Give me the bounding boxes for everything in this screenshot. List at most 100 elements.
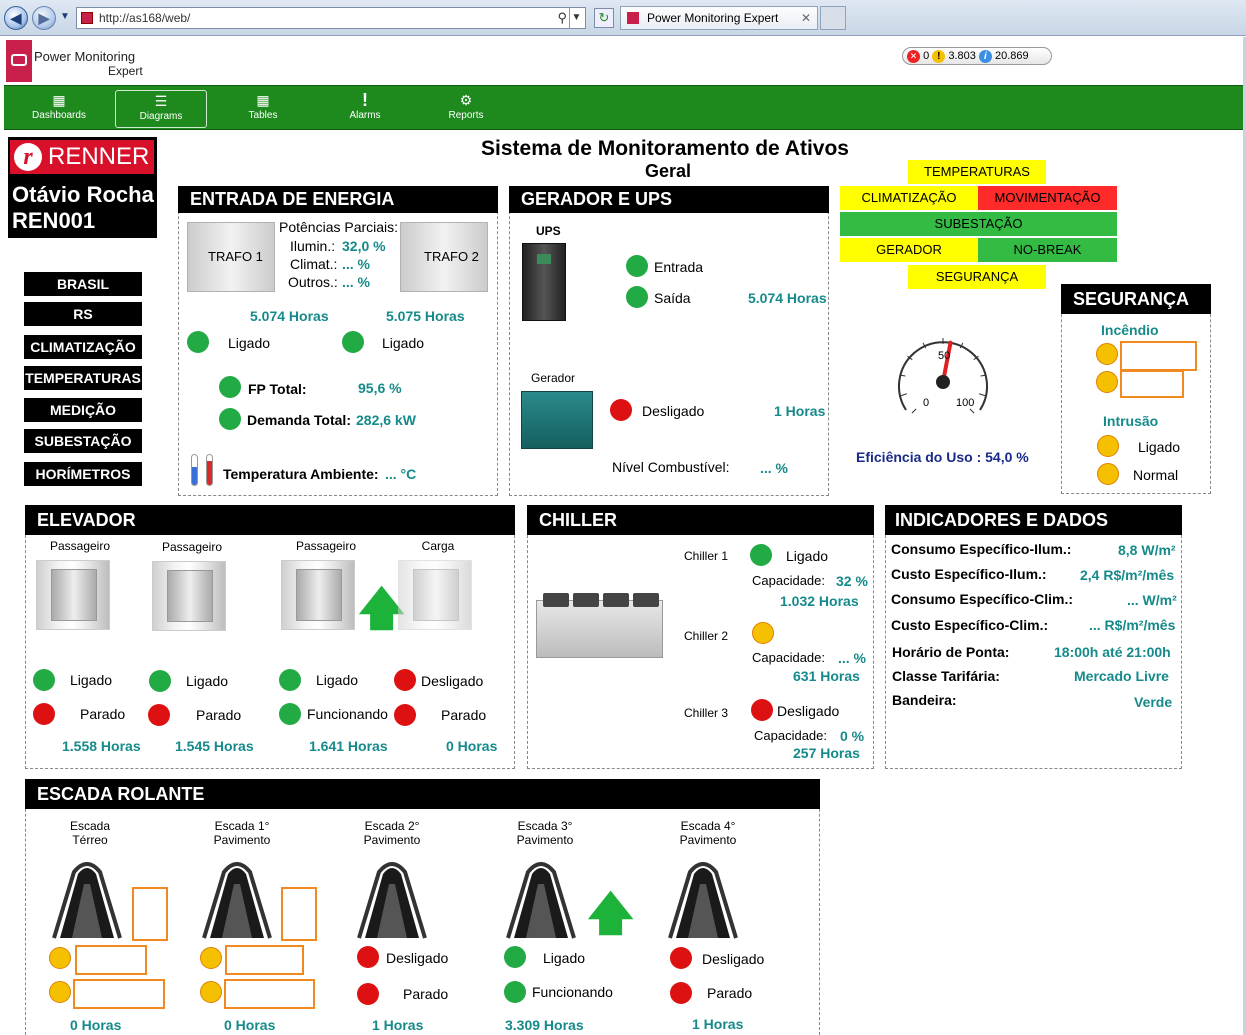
elevator-1-motion-icon bbox=[33, 703, 55, 725]
notification-bar[interactable]: ✕ 0 ! 3.803 i 20.869 bbox=[902, 47, 1052, 65]
chiller-2-cap-value: ... % bbox=[838, 650, 867, 666]
gerador-image bbox=[521, 391, 593, 449]
chiller-1-status-icon bbox=[750, 544, 772, 566]
sidebar-item-horimetros[interactable]: HORÍMETROS bbox=[24, 462, 142, 486]
escalator-3-title: Escada 2° bbox=[364, 819, 420, 833]
chiller-image bbox=[536, 593, 663, 658]
trafo2-status: Ligado bbox=[382, 335, 425, 351]
chiller-1-cap-value: 32 % bbox=[836, 573, 868, 589]
back-icon[interactable]: ◀ bbox=[4, 6, 28, 30]
incendio-label: Incêndio bbox=[1101, 322, 1159, 338]
elevator-2-status-icon bbox=[149, 670, 171, 692]
ups-label: UPS bbox=[536, 224, 561, 238]
escalator-5-title: Escada 4° bbox=[680, 819, 736, 833]
ups-saida-label: Saída bbox=[654, 290, 691, 306]
intrusao-status-2: Normal bbox=[1133, 467, 1179, 483]
escalator-4-motion-icon bbox=[504, 981, 526, 1003]
close-tab-icon[interactable]: ✕ bbox=[801, 7, 811, 29]
chiller-1-horas: 1.032 Horas bbox=[780, 593, 859, 609]
legend-climatizacao[interactable]: CLIMATIZAÇÃO bbox=[840, 186, 978, 210]
ilum-label: Ilumin.: bbox=[290, 238, 336, 254]
legend-temperaturas[interactable]: TEMPERATURAS bbox=[908, 160, 1046, 184]
combustivel-value: ... % bbox=[760, 460, 789, 476]
gauge-tick bbox=[911, 408, 917, 414]
escalator-2-value-box bbox=[281, 887, 317, 941]
browser-toolbar: ◀ ▶ ▼ http://as168/web/ ⚲ ▼ ↻ Power Moni… bbox=[0, 0, 1246, 36]
elevator-4-status: Desligado bbox=[421, 673, 484, 689]
ind-6-value: Mercado Livre bbox=[1074, 668, 1169, 684]
legend-seguranca[interactable]: SEGURANÇA bbox=[908, 265, 1046, 289]
escalator-1-motion-box bbox=[73, 979, 165, 1009]
page-subtitle: Geral bbox=[644, 161, 692, 181]
sidebar-item-rs[interactable]: RS bbox=[24, 302, 142, 326]
brand-name: RENNER bbox=[48, 143, 150, 170]
legend-gerador[interactable]: GERADOR bbox=[840, 238, 978, 262]
trafo1-status-icon bbox=[187, 331, 209, 353]
tab-favicon-icon bbox=[627, 12, 639, 24]
gauge-hub bbox=[936, 375, 950, 389]
demanda-label: Demanda Total: bbox=[247, 412, 351, 428]
elevator-1-name: Passageiro bbox=[49, 539, 111, 553]
ind-2-value: 2,4 R$/m²/mês bbox=[1080, 567, 1175, 583]
menu-reports[interactable]: ⚙ Reports bbox=[421, 90, 511, 128]
sidebar-item-subestacao[interactable]: SUBESTAÇÃO bbox=[24, 429, 142, 453]
escalator-2-horas: 0 Horas bbox=[224, 1017, 276, 1033]
menu-dashboards[interactable]: ▦ Dashboards bbox=[14, 90, 104, 128]
gauge-tick bbox=[969, 408, 975, 414]
new-tab-button[interactable] bbox=[820, 6, 846, 30]
escalator-5-image bbox=[668, 862, 738, 939]
forward-icon[interactable]: ▶ bbox=[32, 6, 56, 30]
elevator-4-motion-icon bbox=[394, 704, 416, 726]
escalator-4-subtitle: Pavimento bbox=[516, 833, 574, 847]
menu-alarms[interactable]: ! Alarms bbox=[320, 90, 410, 128]
address-bar[interactable]: http://as168/web/ ⚲ ▼ bbox=[76, 7, 586, 29]
ind-5-value: 18:00h até 21:00h bbox=[1054, 644, 1171, 660]
url-text: http://as168/web/ bbox=[99, 11, 191, 25]
trafo2-status-icon bbox=[342, 331, 364, 353]
site-favicon-icon bbox=[81, 12, 93, 24]
menu-label: Diagrams bbox=[139, 111, 183, 122]
indicadores-header: INDICADORES E DADOS bbox=[885, 505, 1182, 535]
reports-icon: ⚙ bbox=[459, 92, 473, 108]
gauge-tick bbox=[978, 393, 986, 397]
gauge-tick-50: 50 bbox=[938, 350, 950, 362]
chiller-3-cap-label: Capacidade: bbox=[754, 728, 827, 743]
escalator-4-horas: 3.309 Horas bbox=[505, 1017, 584, 1033]
escada-header: ESCADA ROLANTE bbox=[25, 779, 820, 809]
elevator-1-horas: 1.558 Horas bbox=[62, 738, 141, 754]
ind-3-label: Consumo Específico-Clim.: bbox=[891, 591, 1074, 607]
history-dropdown-icon[interactable]: ▼ bbox=[60, 11, 70, 22]
ups-horas: 5.074 Horas bbox=[748, 290, 827, 306]
legend-nobreak[interactable]: NO-BREAK bbox=[978, 238, 1117, 262]
sidebar-item-temperaturas[interactable]: TEMPERATURAS bbox=[24, 366, 142, 390]
sidebar-item-climatizacao[interactable]: CLIMATIZAÇÃO bbox=[24, 335, 142, 359]
menu-tables[interactable]: ▦ Tables bbox=[218, 90, 308, 128]
trafo1-label: TRAFO 1 bbox=[208, 249, 263, 264]
elevator-4-motion: Parado bbox=[441, 707, 487, 723]
fp-value: 95,6 % bbox=[358, 380, 402, 396]
legend-subestacao[interactable]: SUBESTAÇÃO bbox=[840, 212, 1117, 236]
sidebar-item-medicao[interactable]: MEDIÇÃO bbox=[24, 398, 142, 422]
refresh-icon[interactable]: ↻ bbox=[594, 8, 614, 28]
menu-label: Tables bbox=[248, 110, 278, 121]
escalator-2-motion-icon bbox=[200, 981, 222, 1003]
ind-2-label: Custo Específico-Ilum.: bbox=[891, 566, 1047, 582]
chiller-2-label: Chiller 2 bbox=[684, 629, 729, 643]
gauge-label: Eficiência do Uso : 54,0 % bbox=[856, 449, 1029, 465]
menu-diagrams[interactable]: ☰ Diagrams bbox=[115, 90, 207, 128]
escalator-5-status: Desligado bbox=[702, 951, 765, 967]
temp-label: Temperatura Ambiente: bbox=[223, 466, 379, 482]
escalator-2-status-box bbox=[225, 945, 304, 975]
chiller-1-label: Chiller 1 bbox=[684, 549, 729, 563]
search-icon[interactable]: ⚲ bbox=[557, 8, 567, 28]
address-dropdown-icon[interactable]: ▼ bbox=[569, 8, 583, 28]
gauge-tick-0: 0 bbox=[923, 397, 929, 409]
elevator-2-horas: 1.545 Horas bbox=[175, 738, 254, 754]
legend-movimentacao[interactable]: MOVIMENTAÇÃO bbox=[978, 186, 1117, 210]
trafo1-status: Ligado bbox=[228, 335, 271, 351]
table-icon: ▦ bbox=[256, 92, 270, 108]
sidebar-item-brasil[interactable]: BRASIL bbox=[24, 272, 142, 296]
escalator-1-value-box bbox=[132, 887, 168, 941]
escalator-5-status-icon bbox=[670, 947, 692, 969]
browser-tab[interactable]: Power Monitoring Expert ✕ bbox=[620, 6, 818, 30]
